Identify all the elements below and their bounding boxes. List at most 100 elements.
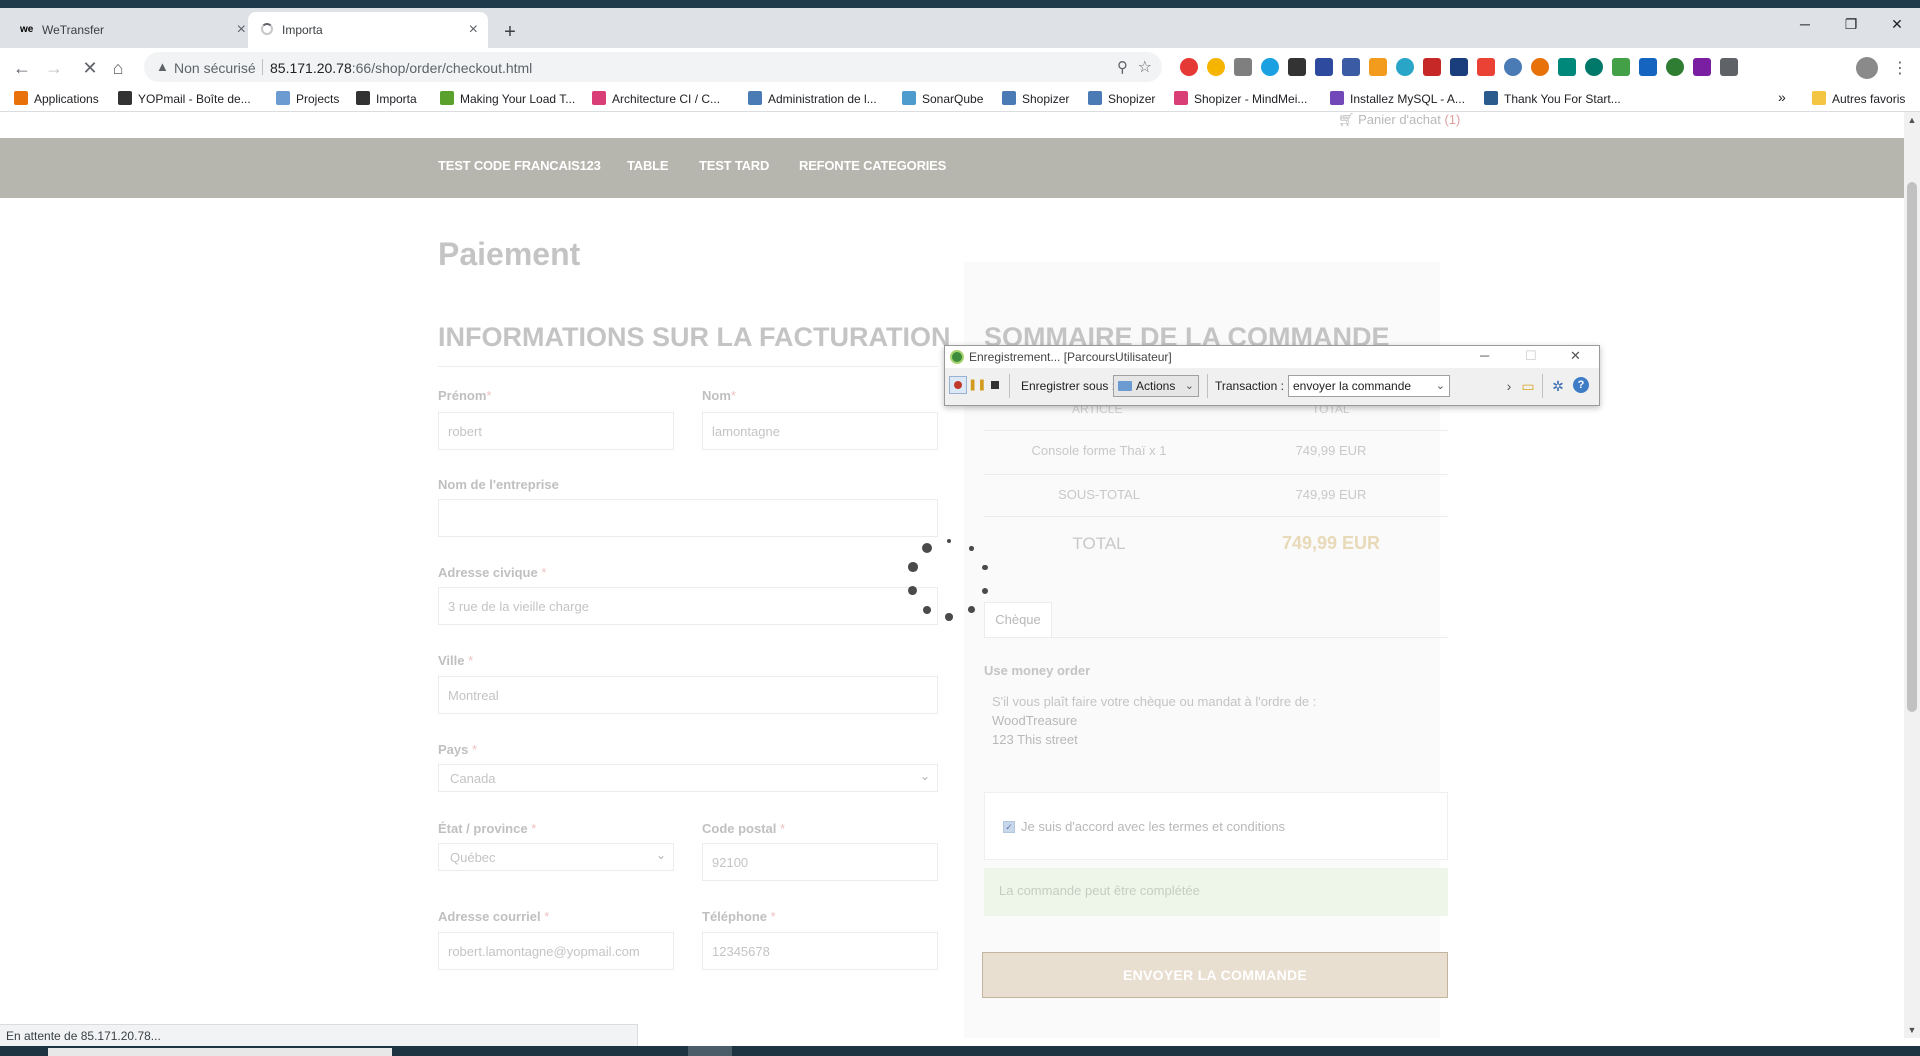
taskbar-item[interactable] [688,1046,732,1056]
extension-icon[interactable] [1639,58,1657,76]
other-bookmarks-folder[interactable]: Autres favoris [1812,91,1905,106]
home-icon[interactable]: ⌂ [104,54,132,82]
extension-icon[interactable] [1504,58,1522,76]
submit-order-button[interactable]: ENVOYER LA COMMANDE [982,952,1448,998]
extension-icon[interactable] [1666,58,1684,76]
warning-triangle-icon[interactable]: ▲ [156,59,169,74]
pause-button[interactable]: ❚❚ [968,376,986,394]
open-folder-icon[interactable]: ▭ [1519,377,1537,395]
browser-menu-icon[interactable]: ⋮ [1892,58,1908,78]
bookmark-item[interactable]: SonarQube [902,91,983,106]
profile-avatar[interactable] [1856,57,1878,79]
security-label[interactable]: Non sécurisé [174,60,256,76]
close-tab-icon[interactable]: × [237,12,246,48]
bookmark-item[interactable]: Architecture CI / C... [592,91,720,106]
zoom-magnifier-icon[interactable]: ⚲ [1117,58,1128,76]
company-field[interactable] [438,499,938,537]
extension-icon[interactable] [1342,58,1360,76]
scroll-up-arrow-icon[interactable]: ▲ [1904,112,1920,128]
bookmark-item[interactable]: Installez MySQL - A... [1330,91,1465,106]
nav-item-test-tard[interactable]: TEST TARD [699,158,769,173]
tab-wetransfer[interactable]: we WeTransfer × [8,12,256,48]
bookmark-item[interactable]: Shopizer [1088,91,1155,106]
bookmark-item[interactable]: YOPmail - Boîte de... [118,91,251,106]
help-icon[interactable]: ? [1573,377,1589,393]
restore-window-button[interactable]: ❐ [1828,8,1874,40]
close-window-button[interactable]: ✕ [1874,8,1920,40]
stop-loading-icon[interactable]: ✕ [76,54,104,82]
recorder-maximize-button[interactable]: ☐ [1525,348,1537,364]
street-field[interactable]: 3 rue de la vieille charge [438,587,938,625]
label-text: État / province [438,821,528,836]
nav-item-test-code[interactable]: TEST CODE FRANCAIS123 [438,158,601,173]
transaction-dropdown[interactable]: envoyer la commande ⌄ [1288,375,1450,397]
extension-icon[interactable] [1450,58,1468,76]
phone-field[interactable]: 12345678 [702,932,938,970]
extension-icon[interactable] [1585,58,1603,76]
next-arrow-icon[interactable]: › [1500,377,1518,395]
chevron-down-icon: ⌄ [655,848,666,862]
nav-item-table[interactable]: TABLE [627,158,669,173]
cart-link[interactable]: 🛒︎ Panier d'achat (1) [1338,112,1460,128]
bookmark-applications[interactable]: Applications [14,91,99,106]
nav-item-refonte[interactable]: REFONTE CATEGORIES [799,158,946,173]
state-select[interactable]: Québec ⌄ [438,843,674,871]
terms-label[interactable]: Je suis d'accord avec les termes et cond… [1021,819,1285,834]
loading-spinner-icon [902,532,996,626]
target-capture-icon[interactable]: ✲ [1549,377,1567,395]
save-as-dropdown[interactable]: Actions ⌄ [1113,375,1199,397]
bookmarks-overflow-chevron-icon[interactable]: » [1778,89,1786,105]
page-scrollbar[interactable]: ▲ ▼ [1904,112,1920,1038]
extension-icon[interactable] [1531,58,1549,76]
recorder-close-button[interactable]: ✕ [1570,348,1581,364]
first-name-field[interactable]: robert [438,412,674,450]
taskbar-item[interactable] [48,1048,392,1056]
bookmark-label: Projects [296,92,340,106]
tab-importa[interactable]: Importa × [248,12,488,48]
extension-icon[interactable] [1423,58,1441,76]
extension-icon[interactable] [1612,58,1630,76]
url-text[interactable]: 85.171.20.78:66/shop/order/checkout.html [270,60,532,76]
close-tab-icon[interactable]: × [469,12,478,48]
bookmark-item[interactable]: Projects [276,91,339,106]
extension-icon[interactable] [1180,58,1198,76]
stop-button[interactable] [986,376,1004,394]
bookmark-item[interactable]: Importa [356,91,417,106]
postal-field[interactable]: 92100 [702,843,938,881]
extension-icon[interactable] [1693,58,1711,76]
extension-icon[interactable] [1288,58,1306,76]
bookmark-item[interactable]: Shopizer [1002,91,1069,106]
scrollbar-thumb[interactable] [1907,182,1917,712]
recorder-logo-icon [950,350,964,364]
forward-arrow-icon[interactable]: → [40,54,68,82]
importa-icon [356,91,370,105]
extension-icon[interactable] [1261,58,1279,76]
bookmark-item[interactable]: Making Your Load T... [440,91,575,106]
extension-icon[interactable] [1315,58,1333,76]
city-field[interactable]: Montreal [438,676,938,714]
terms-checkbox[interactable]: ✓ [1003,821,1015,833]
extension-icon[interactable] [1369,58,1387,76]
bookmark-item[interactable]: Administration de l... [748,91,877,106]
extension-icon[interactable] [1234,58,1252,76]
extension-icon[interactable] [1207,58,1225,76]
label-text: Ville [438,653,465,668]
extension-icon[interactable] [1396,58,1414,76]
email-field[interactable]: robert.lamontagne@yopmail.com [438,932,674,970]
country-select[interactable]: Canada ⌄ [438,764,938,792]
puzzle-extensions-icon[interactable] [1720,58,1738,76]
bookmark-star-icon[interactable]: ☆ [1138,57,1152,77]
recorder-titlebar[interactable]: Enregistrement... [ParcoursUtilisateur] … [945,346,1599,368]
back-arrow-icon[interactable]: ← [8,54,36,82]
address-bar[interactable]: ▲ Non sécurisé 85.171.20.78:66/shop/orde… [144,52,1162,82]
last-name-field[interactable]: lamontagne [702,412,938,450]
bookmark-item[interactable]: Thank You For Start... [1484,91,1621,106]
extension-icon[interactable] [1477,58,1495,76]
record-button[interactable] [949,376,967,394]
scroll-down-arrow-icon[interactable]: ▼ [1904,1022,1920,1038]
extension-icon[interactable] [1558,58,1576,76]
bookmark-item[interactable]: Shopizer - MindMei... [1174,91,1307,106]
new-tab-button[interactable]: + [498,18,522,46]
minimize-window-button[interactable]: ─ [1782,8,1828,40]
recorder-minimize-button[interactable]: ─ [1480,348,1489,363]
